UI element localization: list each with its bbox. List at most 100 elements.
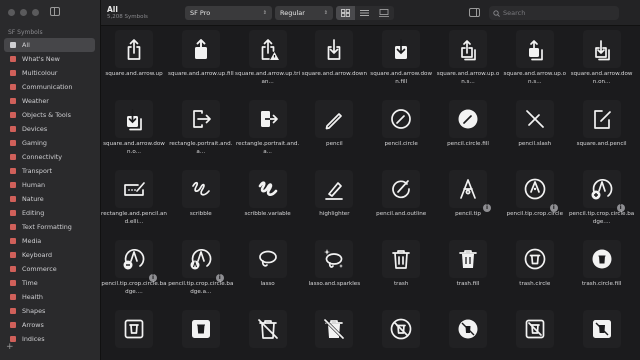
symbol-cell[interactable]: pencil	[301, 97, 367, 167]
sidebar-item[interactable]: Transport	[4, 164, 95, 178]
symbol-tile[interactable]	[582, 100, 621, 138]
symbol-tile[interactable]: i	[181, 240, 224, 282]
symbol-tile[interactable]	[115, 310, 153, 348]
sidebar-item[interactable]: Media	[4, 234, 95, 248]
symbol-tile[interactable]	[382, 240, 421, 278]
symbol-tile[interactable]	[181, 100, 220, 138]
symbol-tile[interactable]	[315, 310, 354, 348]
symbol-tile[interactable]	[315, 100, 354, 138]
symbol-cell[interactable]: trash.circle	[502, 237, 568, 307]
sidebar-item[interactable]: Text Formatting	[4, 220, 95, 234]
symbol-cell[interactable]: pencil.and.outline	[368, 167, 434, 237]
symbol-tile[interactable]	[315, 170, 354, 208]
symbol-tile[interactable]	[515, 30, 554, 68]
symbol-cell[interactable]	[168, 307, 234, 360]
sidebar-item[interactable]: Gaming	[4, 136, 95, 150]
grid-view-button[interactable]	[336, 6, 356, 20]
symbol-cell[interactable]: lasso	[235, 237, 301, 307]
symbol-tile[interactable]	[248, 30, 287, 68]
symbol-cell[interactable]: scribble.variable	[235, 167, 301, 237]
sidebar-item[interactable]: Connectivity	[4, 150, 95, 164]
sidebar-toggle-icon[interactable]	[50, 7, 60, 16]
symbol-cell[interactable]: rectangle.portrait.and.a...	[235, 97, 301, 167]
symbol-cell[interactable]: square.and.pencil	[569, 97, 635, 167]
symbol-tile[interactable]	[515, 100, 554, 138]
sidebar-item[interactable]: Keyboard	[4, 248, 95, 262]
sidebar-item[interactable]: All	[4, 38, 95, 52]
symbol-tile[interactable]: i	[115, 240, 157, 282]
symbol-cell[interactable]: square.and.arrow.down	[301, 27, 367, 97]
symbol-cell[interactable]: scribble	[168, 167, 234, 237]
symbol-cell[interactable]	[502, 307, 568, 360]
gallery-view-button[interactable]	[375, 6, 394, 20]
zoom-window-button[interactable]	[32, 9, 39, 16]
minimize-window-button[interactable]	[20, 9, 27, 16]
symbol-cell[interactable]: square.and.arrow.down.o...	[101, 97, 167, 167]
weight-select[interactable]: Regular ⇕	[275, 6, 333, 20]
symbol-cell[interactable]: pencil.slash	[502, 97, 568, 167]
list-view-button[interactable]	[355, 6, 374, 20]
symbol-cell[interactable]: rectangle.portrait.and.a...	[168, 97, 234, 167]
sidebar-item[interactable]: Arrows	[4, 318, 95, 332]
symbol-cell[interactable]: square.and.arrow.down.fill	[368, 27, 434, 97]
symbol-cell[interactable]: i pencil.tip.crop.circle	[502, 167, 568, 237]
symbol-cell[interactable]: lasso.and.sparkles	[301, 237, 367, 307]
symbol-tile[interactable]	[382, 100, 421, 138]
symbol-tile[interactable]	[382, 310, 421, 348]
sidebar-item[interactable]: Human	[4, 178, 95, 192]
sidebar-item[interactable]: Time	[4, 276, 95, 290]
symbol-tile[interactable]	[115, 30, 153, 68]
sidebar-item[interactable]: Nature	[4, 192, 95, 206]
symbol-tile[interactable]	[248, 310, 287, 348]
symbol-cell[interactable]: i pencil.tip.crop.circle.badge.a...	[168, 237, 234, 307]
symbol-tile[interactable]	[315, 30, 354, 68]
sidebar-item[interactable]: Communication	[4, 80, 95, 94]
symbol-cell[interactable]	[101, 307, 167, 360]
sidebar-item[interactable]: Devices	[4, 122, 95, 136]
symbol-tile[interactable]	[315, 240, 354, 278]
symbol-cell[interactable]: trash.fill	[435, 237, 501, 307]
symbol-tile[interactable]	[515, 240, 554, 278]
symbol-tile[interactable]	[582, 310, 621, 348]
sidebar-item[interactable]: Objects & Tools	[4, 108, 95, 122]
sidebar-item[interactable]: Editing	[4, 206, 95, 220]
symbol-tile[interactable]	[248, 240, 287, 278]
symbol-tile[interactable]	[382, 30, 421, 68]
symbol-tile[interactable]	[181, 170, 220, 208]
sidebar-item[interactable]: Multicolour	[4, 66, 95, 80]
symbol-tile[interactable]	[449, 310, 487, 348]
symbol-cell[interactable]: pencil.circle	[368, 97, 434, 167]
symbol-tile[interactable]: i	[449, 170, 491, 212]
symbol-tile[interactable]	[181, 30, 220, 68]
symbol-cell[interactable]	[435, 307, 501, 360]
search-field[interactable]	[489, 6, 619, 20]
symbol-cell[interactable]	[235, 307, 301, 360]
symbol-cell[interactable]: trash.circle.fill	[569, 237, 635, 307]
inspector-toggle-icon[interactable]	[469, 8, 480, 17]
symbol-tile[interactable]: i	[582, 170, 625, 212]
symbol-tile[interactable]	[515, 310, 554, 348]
sidebar-item[interactable]: Weather	[4, 94, 95, 108]
symbol-cell[interactable]: square.and.arrow.down.on...	[569, 27, 635, 97]
symbol-cell[interactable]	[569, 307, 635, 360]
symbol-tile[interactable]	[449, 240, 487, 278]
symbol-tile[interactable]	[449, 100, 487, 138]
sidebar-item[interactable]: Shapes	[4, 304, 95, 318]
symbol-tile[interactable]	[582, 30, 621, 68]
symbol-cell[interactable]: square.and.arrow.up.on.s...	[435, 27, 501, 97]
symbol-tile[interactable]: i	[515, 170, 558, 212]
symbol-cell[interactable]: i pencil.tip.crop.circle.badge....	[101, 237, 167, 307]
symbol-cell[interactable]: highlighter	[301, 167, 367, 237]
symbol-tile[interactable]	[248, 100, 287, 138]
sidebar-item[interactable]: Health	[4, 290, 95, 304]
symbol-tile[interactable]	[115, 100, 153, 138]
symbol-cell[interactable]	[301, 307, 367, 360]
symbol-tile[interactable]	[181, 310, 220, 348]
sidebar-item[interactable]: Indices	[4, 332, 95, 346]
symbol-cell[interactable]: i pencil.tip	[435, 167, 501, 237]
symbol-cell[interactable]: i pencil.tip.crop.circle.badge....	[569, 167, 635, 237]
symbol-tile[interactable]	[115, 170, 153, 208]
symbol-cell[interactable]: trash	[368, 237, 434, 307]
symbol-cell[interactable]: rectangle.and.pencil.and.elli...	[101, 167, 167, 237]
symbol-tile[interactable]	[382, 170, 421, 208]
